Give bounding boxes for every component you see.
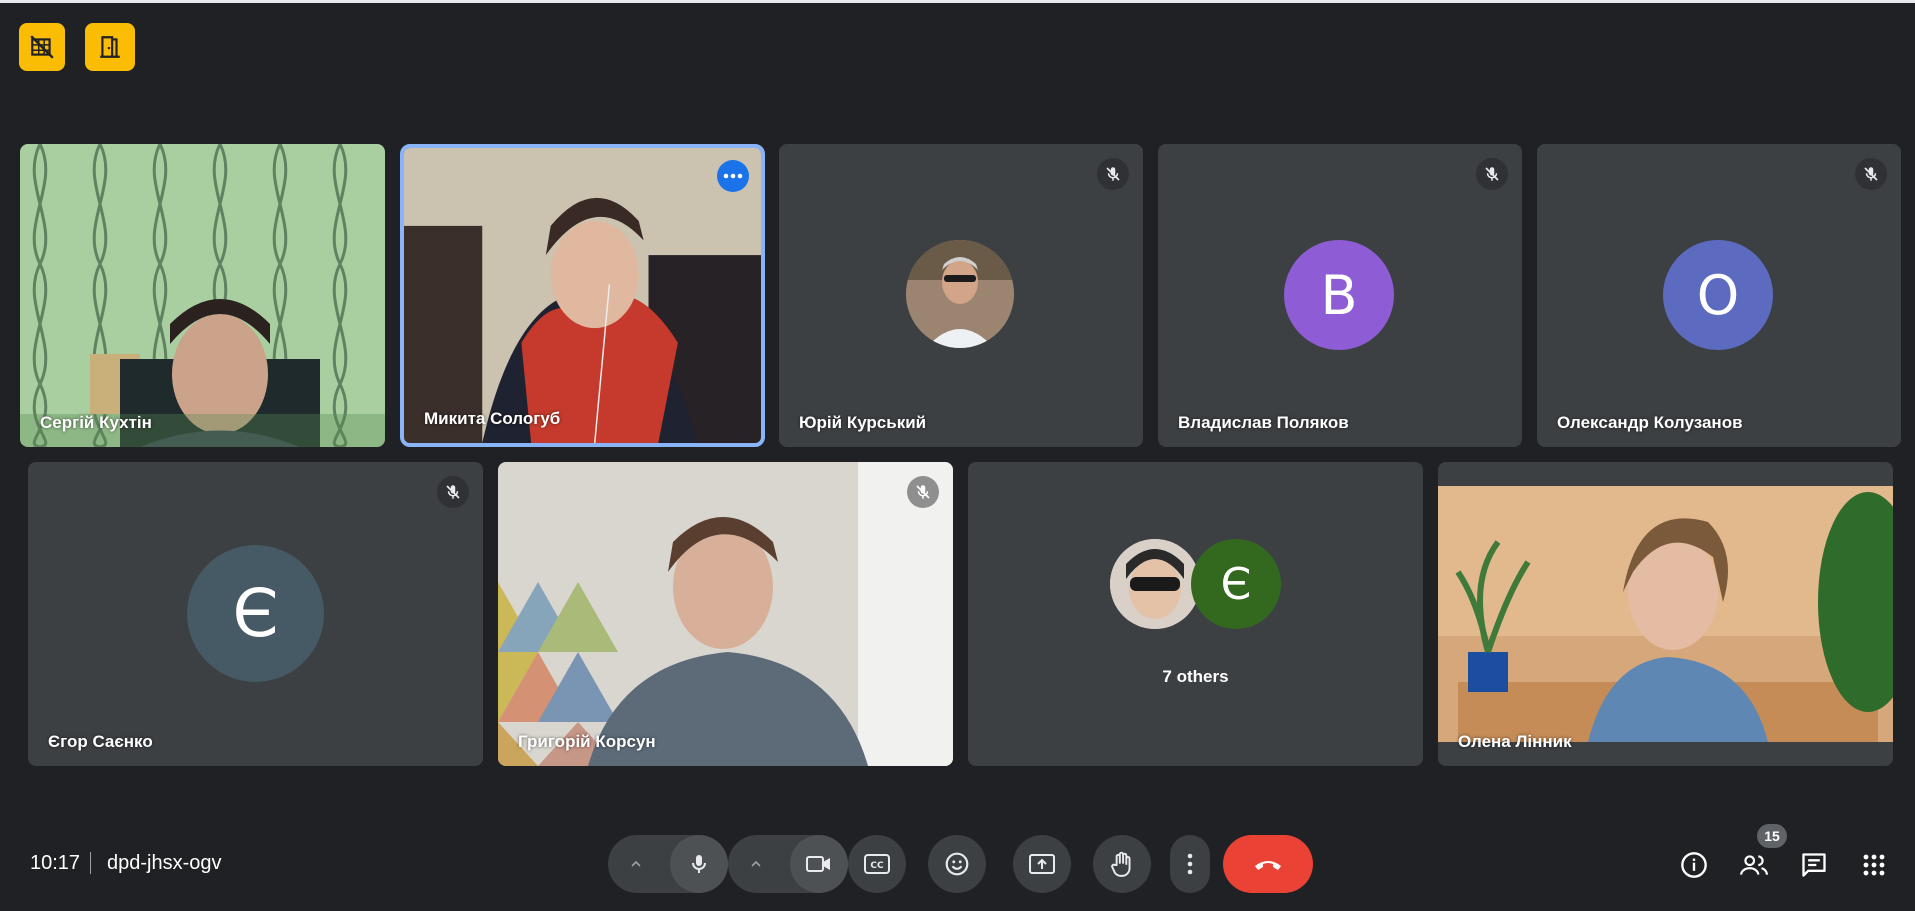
more-options-icon — [1187, 853, 1193, 875]
captions-icon: CC — [864, 854, 890, 874]
info-icon — [1681, 852, 1707, 878]
apps-icon — [1863, 854, 1885, 876]
camera-off-grid-icon — [30, 35, 54, 59]
chevron-up-icon — [631, 860, 641, 867]
end-call-icon — [1255, 861, 1281, 870]
top-border — [0, 0, 1915, 3]
participant-name: Юрій Курський — [799, 413, 927, 432]
chat-icon — [1802, 853, 1826, 877]
participant-video — [498, 462, 953, 766]
participant-video — [1438, 462, 1893, 766]
divider — [90, 852, 91, 874]
more-options-button[interactable] — [717, 160, 749, 192]
audio-options-button[interactable] — [616, 856, 656, 872]
mic-button[interactable] — [670, 835, 728, 893]
participant-tile[interactable]: В Владислав Поляков — [1158, 144, 1522, 447]
others-tile[interactable]: Є 7 others — [968, 462, 1423, 766]
mic-off-icon — [1106, 167, 1120, 181]
camera-off-grid-button[interactable] — [19, 23, 65, 71]
participant-name: Григорій Корсун — [518, 732, 656, 751]
profile-photo — [1110, 539, 1200, 629]
profile-photo — [906, 240, 1014, 348]
avatar — [1110, 539, 1200, 629]
present-screen-button[interactable] — [1013, 835, 1071, 893]
others-count-label: 7 others — [1162, 667, 1229, 686]
raise-hand-icon — [1111, 851, 1131, 877]
participant-name: Владислав Поляков — [1178, 413, 1349, 432]
camera-control — [728, 835, 848, 893]
participant-tile-active-speaker[interactable]: Микита Сологуб — [400, 144, 765, 447]
avatar — [906, 240, 1014, 348]
participant-tile-video[interactable]: Сергій Кухтін — [20, 144, 385, 447]
leave-call-button[interactable] — [1223, 835, 1313, 893]
more-options-button[interactable] — [1170, 835, 1210, 893]
more-horizontal-icon — [723, 173, 743, 179]
people-button[interactable] — [1737, 848, 1771, 882]
present-icon — [1029, 854, 1055, 874]
mic-off-icon — [1485, 167, 1499, 181]
participant-name: Олена Лінник — [1458, 732, 1572, 751]
captions-button[interactable]: CC — [848, 835, 906, 893]
participant-name: Олександр Колузанов — [1557, 413, 1743, 432]
avatar-initial: Є — [187, 545, 324, 682]
participant-name: Єгор Саєнко — [48, 732, 153, 751]
meeting-details-button[interactable] — [1677, 848, 1711, 882]
camera-icon — [806, 856, 830, 872]
avatar-initial: Є — [1191, 539, 1281, 629]
participant-tile-video[interactable]: Олена Лінник — [1438, 462, 1893, 766]
chevron-up-icon — [751, 860, 761, 867]
participant-tile[interactable]: Є Єгор Саєнко — [28, 462, 483, 766]
mic-off-icon — [446, 485, 460, 499]
door-exit-button[interactable] — [85, 23, 135, 71]
participant-count-badge: 15 — [1757, 824, 1787, 848]
avatar-initial: В — [1284, 240, 1394, 350]
emoji-reactions-button[interactable] — [928, 835, 986, 893]
mic-icon — [692, 855, 706, 873]
avatar-initial: О — [1663, 240, 1773, 350]
mic-off-icon — [1864, 167, 1878, 181]
activities-button[interactable] — [1857, 848, 1891, 882]
meeting-code[interactable]: dpd-jhsx-ogv — [107, 852, 222, 875]
muted-indicator — [1855, 158, 1887, 190]
participant-video — [404, 148, 761, 443]
muted-indicator — [907, 476, 939, 508]
chat-button[interactable] — [1797, 848, 1831, 882]
door-exit-icon — [100, 36, 120, 58]
participant-tile[interactable]: Юрій Курський — [779, 144, 1143, 447]
participant-name: Сергій Кухтін — [40, 413, 152, 432]
participant-tile[interactable]: О Олександр Колузанов — [1537, 144, 1901, 447]
participant-tile-video[interactable]: Григорій Корсун — [498, 462, 953, 766]
video-options-button[interactable] — [736, 856, 776, 872]
raise-hand-button[interactable] — [1093, 835, 1151, 893]
meeting-time: 10:17 — [30, 852, 81, 874]
camera-button[interactable] — [790, 835, 848, 893]
participant-video — [20, 144, 385, 447]
emoji-icon — [945, 852, 969, 876]
muted-indicator — [1476, 158, 1508, 190]
mic-control — [608, 835, 728, 893]
muted-indicator — [437, 476, 469, 508]
mic-off-icon — [916, 485, 930, 499]
people-icon — [1740, 855, 1768, 875]
participant-name: Микита Сологуб — [424, 409, 561, 428]
svg-text:CC: CC — [870, 861, 884, 871]
muted-indicator — [1097, 158, 1129, 190]
